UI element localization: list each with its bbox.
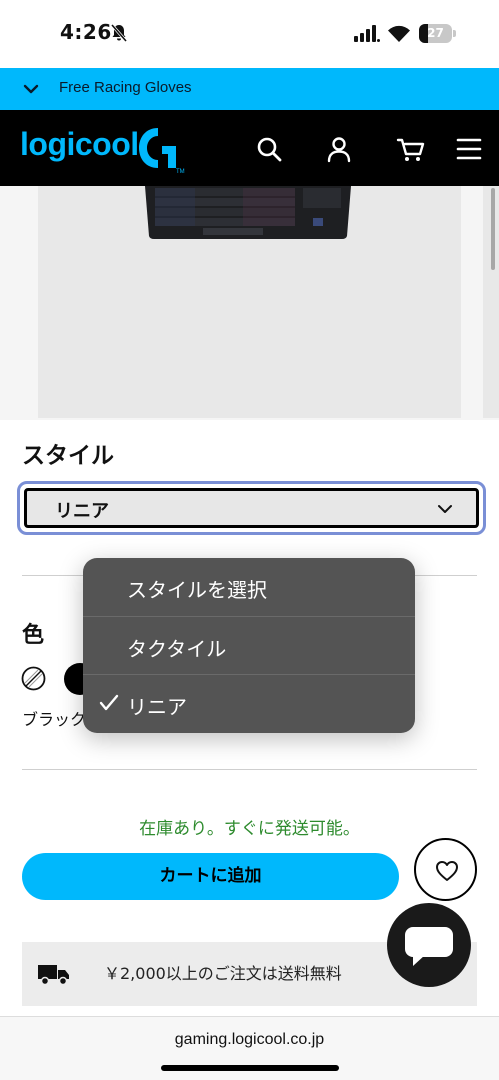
style-select[interactable]: リニア [17, 481, 486, 535]
style-select-value: リニア [55, 501, 109, 522]
menu-item-tactile[interactable]: タクタイル [83, 616, 415, 674]
menu-icon[interactable] [454, 134, 484, 164]
bell-muted-icon [111, 24, 127, 42]
url-text: gaming.logicool.co.jp [174, 1031, 325, 1048]
divider [22, 769, 477, 770]
menu-item-label: タクタイル [127, 637, 227, 661]
swatch-unavailable-icon[interactable] [21, 666, 46, 691]
style-heading: スタイル [22, 443, 114, 469]
cart-icon[interactable] [396, 134, 426, 164]
chat-button[interactable] [387, 903, 471, 987]
status-time: 4:26 [60, 20, 112, 44]
scrollbar[interactable] [491, 188, 495, 270]
heart-icon [436, 861, 458, 881]
home-indicator [161, 1065, 339, 1071]
color-name: ブラック [22, 710, 87, 729]
chevron-down-icon [23, 84, 39, 94]
battery-level: 27 [427, 26, 444, 40]
menu-item-select-style[interactable]: スタイルを選択 [83, 558, 415, 616]
shipping-text: ￥2,000以上のご注文は送料無料 [104, 964, 342, 983]
battery-icon: 27 [419, 24, 456, 43]
account-icon[interactable] [324, 134, 354, 164]
truck-icon [38, 965, 69, 986]
browser-url-bar[interactable]: gaming.logicool.co.jp [0, 1016, 499, 1080]
wifi-icon [388, 25, 410, 42]
search-icon[interactable] [254, 134, 284, 164]
keyboard-image [145, 186, 351, 239]
site-header: logicool TM [0, 110, 499, 186]
chevron-down-icon [438, 505, 452, 513]
logo-g-icon[interactable]: TM [138, 124, 186, 174]
checkmark-icon [99, 694, 119, 711]
stock-status: 在庫あり。すぐに発送可能。 [139, 819, 360, 839]
product-image[interactable] [38, 186, 461, 418]
menu-item-label: リニア [127, 695, 187, 719]
wishlist-button[interactable] [414, 838, 477, 901]
menu-item-label: スタイルを選択 [127, 578, 267, 602]
signal-icon [354, 25, 380, 42]
promo-bar[interactable]: Free Racing Gloves [0, 68, 499, 110]
svg-text:TM: TM [176, 169, 185, 174]
style-dropdown-menu: スタイルを選択 タクタイル リニア [83, 558, 415, 733]
product-gallery [0, 186, 499, 420]
logo-text[interactable]: logicool [20, 126, 139, 163]
add-to-cart-button[interactable]: カートに追加 [22, 853, 399, 900]
menu-item-linear[interactable]: リニア [83, 674, 415, 732]
chat-icon [405, 927, 453, 966]
status-bar: 4:26 27 [0, 0, 499, 68]
promo-text: Free Racing Gloves [59, 79, 192, 96]
color-heading: 色 [22, 623, 45, 648]
